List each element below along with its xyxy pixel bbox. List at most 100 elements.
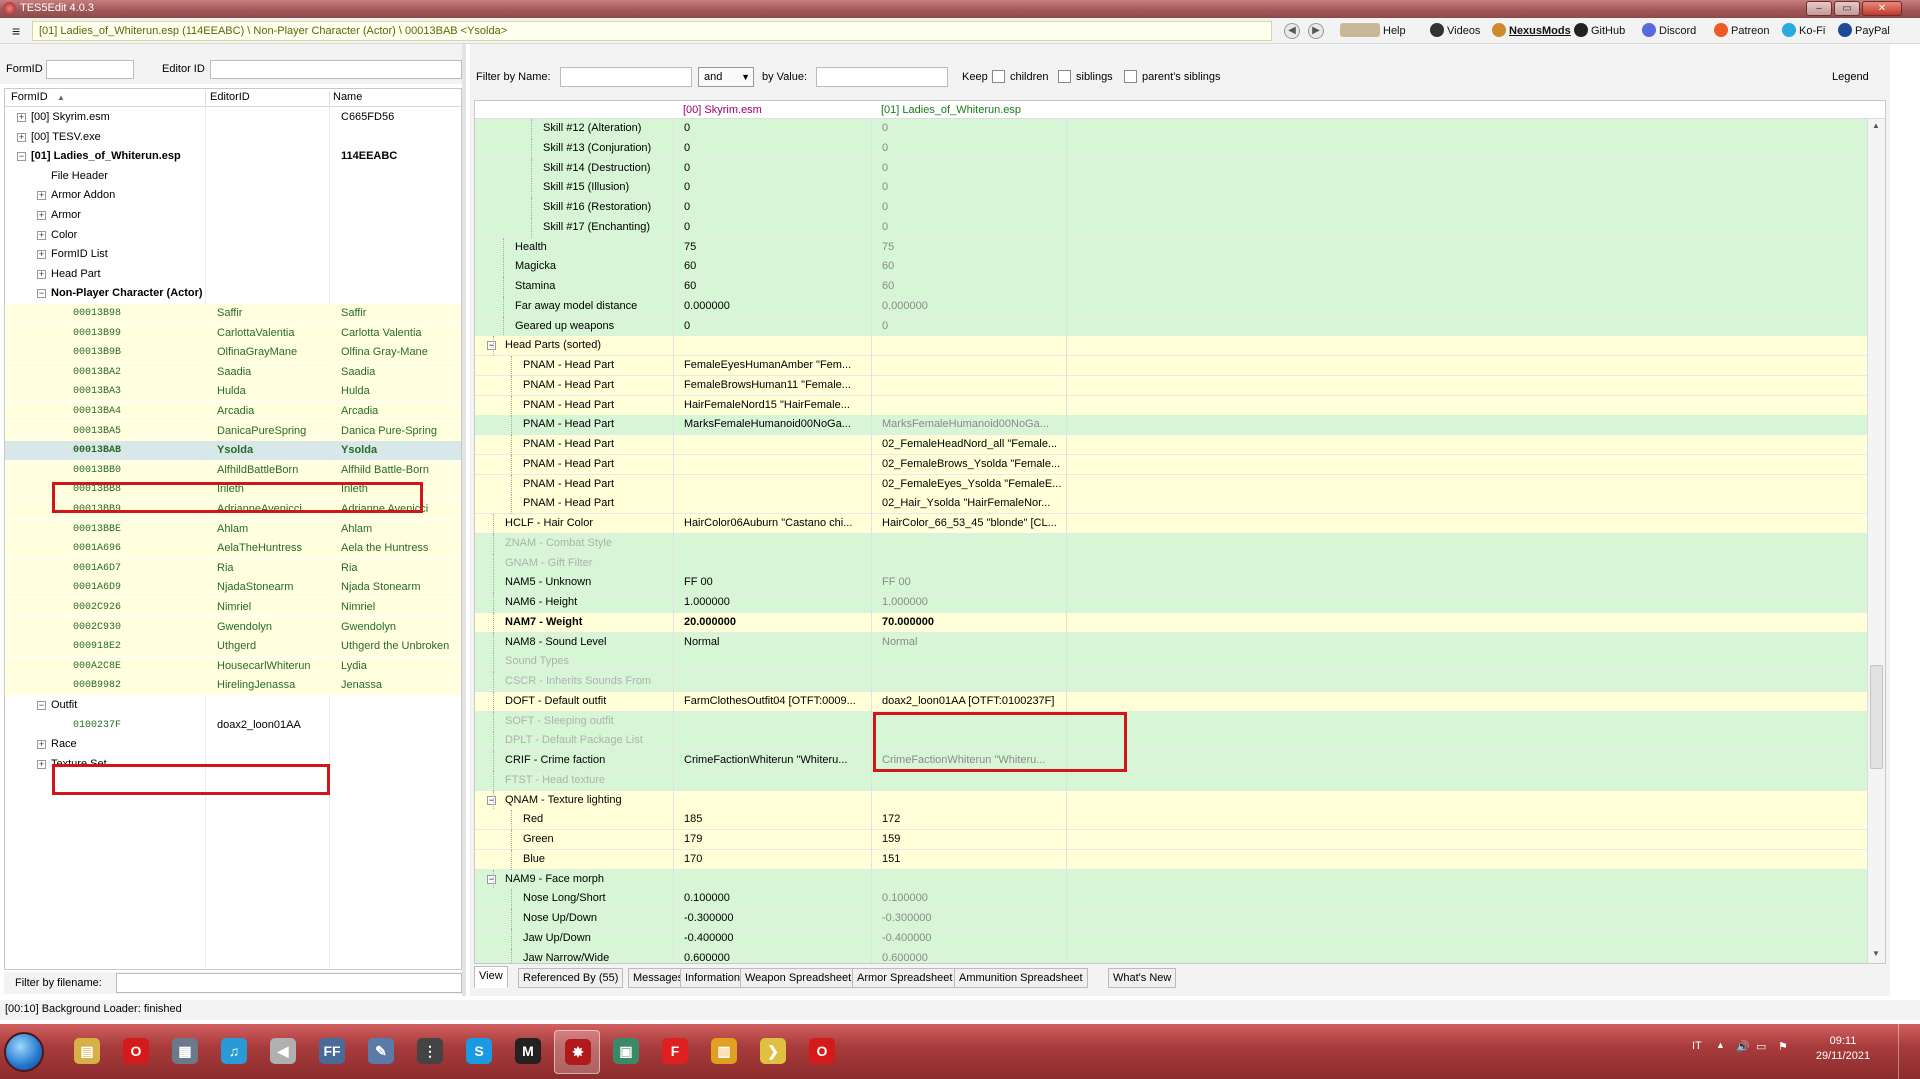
expand-plus-icon[interactable]: + bbox=[37, 269, 46, 279]
record-field-row[interactable]: Jaw Up/Down -0.400000 -0.400000 bbox=[475, 928, 1867, 949]
record-field-row[interactable]: Head Parts (sorted) − bbox=[475, 336, 1867, 357]
tree-node-row[interactable]: − [01] Ladies_of_Whiterun.esp 114EEABC bbox=[5, 147, 461, 166]
tree-node-row[interactable]: + FormID List bbox=[5, 245, 461, 264]
expand-plus-icon[interactable]: + bbox=[37, 740, 46, 750]
tree-node-row[interactable]: + Race bbox=[5, 735, 461, 754]
record-field-row[interactable]: Stamina 60 60 bbox=[475, 277, 1867, 297]
record-field-row[interactable]: Sound Types bbox=[475, 652, 1867, 673]
tree-node-row[interactable]: File Header bbox=[5, 167, 461, 186]
tree-node-row[interactable]: + Armor bbox=[5, 206, 461, 225]
tree-node-row[interactable]: + Color bbox=[5, 226, 461, 245]
record-row[interactable]: 0001A696 AelaTheHuntress Aela the Huntress bbox=[5, 539, 461, 559]
tray-expand-icon[interactable]: ▲ bbox=[1716, 1040, 1725, 1050]
record-field-row[interactable]: PNAM - Head Part 02_Hair_Ysolda "HairFema… bbox=[475, 494, 1867, 515]
scroll-down-icon[interactable]: ▼ bbox=[1872, 949, 1880, 958]
record-field-row[interactable]: Red 185 172 bbox=[475, 810, 1867, 831]
record-path-box[interactable]: [01] Ladies_of_Whiterun.esp (114EEABC) \… bbox=[32, 21, 1272, 41]
collapse-minus-icon[interactable]: − bbox=[37, 289, 46, 299]
tree-node-row[interactable]: + Armor Addon bbox=[5, 186, 461, 205]
tree-node-row[interactable]: + [00] Skyrim.esm C665FD56 bbox=[5, 108, 461, 127]
record-field-row[interactable]: Skill #13 (Conjuration) 0 0 bbox=[475, 138, 1867, 159]
legend-button[interactable]: Legend bbox=[1832, 71, 1869, 83]
taskbar-app-button[interactable]: M bbox=[505, 1030, 551, 1074]
record-field-row[interactable]: PNAM - Head Part 02_FemaleHeadNord_all "F… bbox=[475, 435, 1867, 455]
record-row[interactable]: 00013B99 CarlottaValentia Carlotta Valenti… bbox=[5, 323, 461, 343]
filter-by-value-input[interactable] bbox=[816, 67, 948, 87]
record-field-row[interactable]: Blue 170 151 bbox=[475, 849, 1867, 870]
record-row[interactable]: 0100237F doax2_loon01AA bbox=[5, 716, 461, 735]
tab-armor-spreadsheet[interactable]: Armor Spreadsheet bbox=[852, 968, 958, 988]
column-header-name[interactable]: Name bbox=[333, 91, 362, 103]
record-field-row[interactable]: PNAM - Head Part MarksFemaleHumanoid00NoG… bbox=[475, 415, 1867, 436]
record-row[interactable]: 00013BA3 Hulda Hulda bbox=[5, 382, 461, 402]
column-separator[interactable] bbox=[205, 91, 206, 105]
column-header-editorid[interactable]: EditorID bbox=[210, 91, 250, 103]
toolbar-link-ko-fi[interactable]: Ko-Fi bbox=[1782, 21, 1825, 41]
taskbar-app-button[interactable]: S bbox=[456, 1030, 502, 1074]
keep-siblings-checkbox[interactable] bbox=[1058, 70, 1071, 83]
record-field-row[interactable]: Magicka 60 60 bbox=[475, 257, 1867, 278]
collapse-minus-icon[interactable]: − bbox=[37, 701, 46, 710]
record-field-row[interactable]: Far away model distance 0.000000 0.000000 bbox=[475, 296, 1867, 317]
toolbar-link-github[interactable]: GitHub bbox=[1574, 21, 1625, 41]
record-field-row[interactable]: PNAM - Head Part FemaleBrowsHuman11 "Fema… bbox=[475, 375, 1867, 396]
record-field-row[interactable]: PNAM - Head Part 02_FemaleEyes_Ysolda "Fe… bbox=[475, 474, 1867, 495]
expand-plus-icon[interactable]: + bbox=[37, 211, 46, 220]
taskbar-app-button[interactable]: ✸ bbox=[554, 1030, 600, 1074]
record-field-row[interactable]: Skill #12 (Alteration) 0 0 bbox=[475, 119, 1867, 139]
record-field-row[interactable]: Nose Up/Down -0.300000 -0.300000 bbox=[475, 909, 1867, 929]
record-field-row[interactable]: DOFT - Default outfit FarmClothesOutfit04… bbox=[475, 691, 1867, 712]
expand-plus-icon[interactable]: + bbox=[37, 250, 46, 260]
record-field-row[interactable]: NAM7 - Weight 20.000000 70.000000 bbox=[475, 612, 1867, 633]
tab-ammunition-spreadsheet[interactable]: Ammunition Spreadsheet bbox=[954, 968, 1088, 988]
collapse-minus-icon[interactable]: − bbox=[487, 341, 496, 351]
collapse-minus-icon[interactable]: − bbox=[487, 795, 496, 805]
taskbar-app-button[interactable]: F bbox=[652, 1030, 698, 1074]
record-field-row[interactable]: HCLF - Hair Color HairColor06Auburn "Cast… bbox=[475, 514, 1867, 534]
record-row[interactable]: 0002C930 Gwendolyn Gwendolyn bbox=[5, 617, 461, 637]
taskbar-app-button[interactable]: ◀ bbox=[260, 1030, 306, 1074]
record-field-row[interactable]: SOFT - Sleeping outfit bbox=[475, 711, 1867, 732]
tab-view[interactable]: View bbox=[474, 966, 508, 988]
collapse-minus-icon[interactable]: − bbox=[17, 152, 26, 162]
record-row[interactable]: 00013BB0 AlfhildBattleBorn Alfhild Battle-… bbox=[5, 460, 461, 480]
scroll-up-icon[interactable]: ▲ bbox=[1872, 121, 1880, 130]
record-row[interactable]: 000918E2 Uthgerd Uthgerd the Unbroken bbox=[5, 637, 461, 657]
taskbar-app-button[interactable]: ♫ bbox=[211, 1030, 257, 1074]
record-field-row[interactable]: CRIF - Crime faction CrimeFactionWhiterun… bbox=[475, 751, 1867, 771]
record-row[interactable]: 00013B9B OlfinaGrayMane Olfina Gray-Mane bbox=[5, 343, 461, 363]
record-field-row[interactable]: NAM6 - Height 1.000000 1.000000 bbox=[475, 593, 1867, 613]
formid-filter-input[interactable] bbox=[46, 60, 134, 79]
toolbar-link-paypal[interactable]: PayPal bbox=[1838, 21, 1890, 41]
record-row[interactable]: 0001A6D9 NjadaStonearm Njada Stonearm bbox=[5, 578, 461, 598]
record-field-row[interactable]: ZNAM - Combat Style bbox=[475, 533, 1867, 554]
taskbar-app-button[interactable]: ▥ bbox=[701, 1030, 747, 1074]
record-field-row[interactable]: PNAM - Head Part 02_FemaleBrows_Ysolda "F… bbox=[475, 454, 1867, 475]
tab-what-s-new[interactable]: What's New bbox=[1108, 968, 1177, 988]
vertical-scrollbar[interactable]: ▲ ▼ bbox=[1867, 119, 1885, 963]
maximize-button[interactable]: ▭ bbox=[1834, 1, 1860, 16]
record-field-row[interactable]: CSCR - Inherits Sounds From bbox=[475, 672, 1867, 692]
taskbar-app-button[interactable]: ❯ bbox=[750, 1030, 796, 1074]
forward-button[interactable]: ▶ bbox=[1308, 23, 1324, 39]
record-field-row[interactable]: Jaw Narrow/Wide 0.600000 0.600000 bbox=[475, 948, 1867, 963]
taskbar-app-button[interactable]: ▦ bbox=[162, 1030, 208, 1074]
record-row[interactable]: 00013B98 Saffir Saffir bbox=[5, 304, 461, 323]
toolbar-link-help[interactable]: Help bbox=[1340, 21, 1406, 41]
action-center-flag-icon[interactable]: ⚑ bbox=[1778, 1040, 1788, 1053]
column-header-ladies-esp[interactable]: [01] Ladies_of_Whiterun.esp bbox=[881, 104, 1021, 116]
expand-plus-icon[interactable]: + bbox=[37, 230, 46, 240]
record-field-row[interactable]: DPLT - Default Package List bbox=[475, 731, 1867, 752]
record-row[interactable]: 00013BA2 Saadia Saadia bbox=[5, 362, 461, 382]
keep-parents-siblings-checkbox[interactable] bbox=[1124, 70, 1137, 83]
back-button[interactable]: ◀ bbox=[1284, 23, 1300, 39]
record-row[interactable]: 00013BAB Ysolda Ysolda bbox=[5, 441, 461, 461]
record-field-row[interactable]: QNAM - Texture lighting − bbox=[475, 790, 1867, 811]
record-field-row[interactable]: PNAM - Head Part HairFemaleNord15 "HairFe… bbox=[475, 395, 1867, 416]
record-field-row[interactable]: NAM9 - Face morph − bbox=[475, 869, 1867, 890]
record-row[interactable]: 0002C926 Nimriel Nimriel bbox=[5, 598, 461, 617]
keep-children-checkbox[interactable] bbox=[992, 70, 1005, 83]
record-field-row[interactable]: Green 179 159 bbox=[475, 830, 1867, 850]
record-row[interactable]: 00013BA4 Arcadia Arcadia bbox=[5, 402, 461, 421]
record-field-row[interactable]: FTST - Head texture bbox=[475, 770, 1867, 791]
